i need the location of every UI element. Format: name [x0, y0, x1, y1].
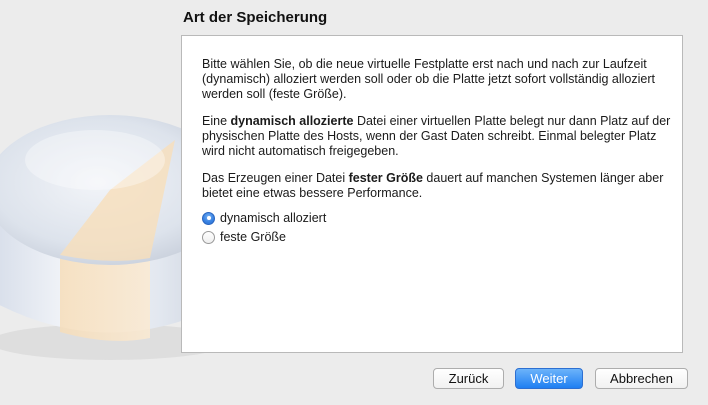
radio-option-fixed[interactable]: feste Größe [202, 229, 286, 245]
page-title: Art der Speicherung [183, 9, 328, 26]
dynamic-term: dynamisch allozierte [230, 114, 354, 128]
radio-unselected-icon[interactable] [202, 230, 215, 244]
dynamic-description-prefix: Eine [202, 114, 231, 128]
back-button[interactable]: Zurück [433, 368, 504, 389]
fixed-term: fester Größe [348, 171, 423, 185]
cancel-button[interactable]: Abbrechen [595, 368, 688, 389]
next-button[interactable]: Weiter [515, 368, 583, 389]
fixed-description-prefix: Das Erzeugen einer Datei [202, 171, 349, 185]
dynamic-description: Eine dynamisch allozierte Datei einer vi… [202, 114, 672, 159]
intro-text: Bitte wählen Sie, ob die neue virtuelle … [202, 57, 655, 101]
radio-label-dynamic: dynamisch alloziert [220, 211, 327, 225]
radio-selected-icon[interactable] [202, 211, 215, 225]
content-panel: Bitte wählen Sie, ob die neue virtuelle … [181, 35, 683, 353]
fixed-description: Das Erzeugen einer Datei fester Größe da… [202, 171, 672, 201]
radio-option-dynamic[interactable]: dynamisch alloziert [202, 210, 326, 226]
radio-label-fixed: feste Größe [220, 230, 286, 244]
